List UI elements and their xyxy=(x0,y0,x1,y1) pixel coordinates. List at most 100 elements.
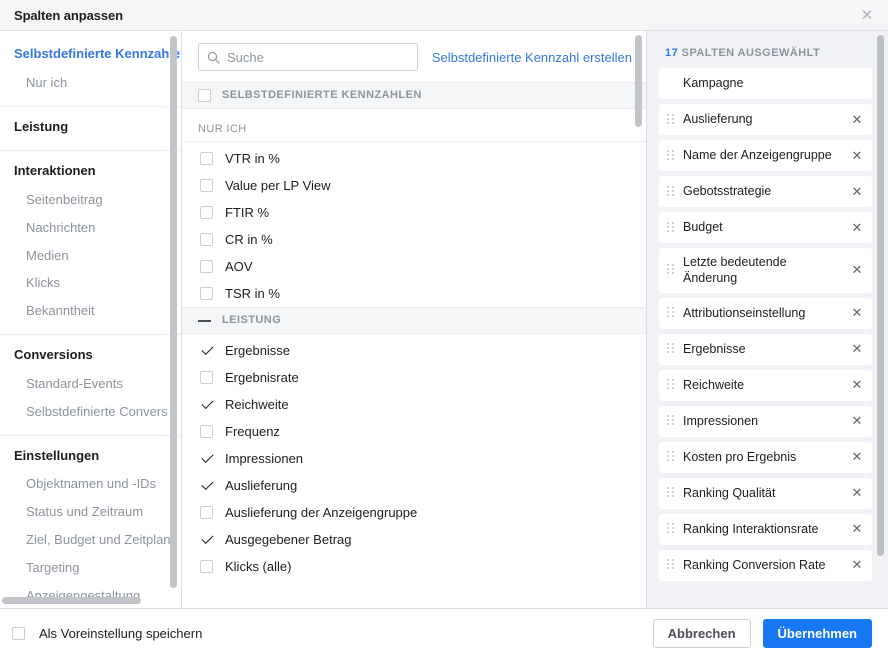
metric-checkbox[interactable] xyxy=(200,179,213,192)
metric-checkbox[interactable] xyxy=(200,287,213,300)
metric-option-row[interactable]: Ergebnisrate xyxy=(182,364,646,391)
metric-option-row[interactable]: Impressionen xyxy=(182,445,646,472)
sidebar-item[interactable]: Selbstdefinierte Convers xyxy=(0,399,181,427)
metrics-vertical-scrollbar[interactable] xyxy=(635,35,642,127)
remove-column-icon[interactable]: ✕ xyxy=(850,522,864,536)
metrics-section-header[interactable]: SELBSTDEFINIERTE KENNZAHLEN xyxy=(182,82,646,109)
metric-option-row[interactable]: FTIR % xyxy=(182,199,646,226)
search-input[interactable] xyxy=(227,49,409,65)
save-as-preference-checkbox[interactable] xyxy=(12,626,25,640)
metric-checkbox-checked[interactable] xyxy=(200,452,213,465)
sidebar-group-header[interactable]: Interaktionen xyxy=(0,160,181,187)
drag-handle-icon[interactable] xyxy=(667,343,675,355)
metric-option-row[interactable]: Auslieferung xyxy=(182,472,646,499)
selected-columns-vertical-scrollbar[interactable] xyxy=(877,35,884,556)
metric-checkbox[interactable] xyxy=(200,206,213,219)
sidebar-group-header[interactable]: Selbstdefinierte Kennzahlen xyxy=(0,43,181,70)
drag-handle-icon[interactable] xyxy=(667,113,675,126)
remove-column-icon[interactable]: ✕ xyxy=(850,342,864,356)
sidebar-item[interactable]: Klicks xyxy=(0,270,181,298)
sidebar-item[interactable]: Nachrichten xyxy=(0,215,181,243)
remove-column-icon[interactable]: ✕ xyxy=(850,486,864,500)
selected-column-chip[interactable]: Ranking Interaktionsrate ✕ xyxy=(659,513,872,545)
selected-column-chip[interactable]: Budget ✕ xyxy=(659,212,872,243)
metric-option-row[interactable]: Reichweite xyxy=(182,391,646,418)
selected-column-chip[interactable]: Reichweite ✕ xyxy=(659,369,872,401)
drag-handle-icon[interactable] xyxy=(667,149,675,162)
metric-option-row[interactable]: CR in % xyxy=(182,226,646,253)
sidebar-group-header[interactable]: Conversions xyxy=(0,344,181,371)
remove-column-icon[interactable]: ✕ xyxy=(850,220,864,235)
sidebar-item[interactable]: Targeting xyxy=(0,555,181,583)
metric-option-row[interactable]: Auslieferung der Anzeigengruppe xyxy=(182,499,646,526)
metric-option-row[interactable]: AOV xyxy=(182,253,646,280)
remove-column-icon[interactable]: ✕ xyxy=(850,378,864,392)
metric-checkbox-checked[interactable] xyxy=(200,398,213,411)
sidebar-horizontal-scrollbar[interactable] xyxy=(2,597,141,604)
sidebar-item[interactable]: Status und Zeitraum xyxy=(0,499,181,527)
metric-option-row[interactable]: VTR in % xyxy=(182,145,646,172)
drag-handle-icon[interactable] xyxy=(667,221,675,234)
sidebar-item[interactable]: Standard-Events xyxy=(0,371,181,399)
sidebar-item[interactable]: Nur ich xyxy=(0,70,181,98)
remove-column-icon[interactable]: ✕ xyxy=(850,414,864,428)
remove-column-icon[interactable]: ✕ xyxy=(850,148,864,163)
metric-checkbox[interactable] xyxy=(200,371,213,384)
metric-option-row[interactable]: Klicks (alle) xyxy=(182,553,646,580)
drag-handle-icon[interactable] xyxy=(667,307,675,319)
sidebar-group-header[interactable]: Leistung xyxy=(0,116,181,143)
remove-column-icon[interactable]: ✕ xyxy=(850,184,864,199)
selected-column-chip[interactable]: Auslieferung ✕ xyxy=(659,104,872,135)
sidebar-item[interactable]: Bekanntheit xyxy=(0,298,181,326)
drag-handle-icon[interactable] xyxy=(667,487,675,499)
search-box[interactable] xyxy=(198,43,418,71)
metric-option-row[interactable]: Ergebnisse xyxy=(182,337,646,364)
collapse-minus-icon[interactable] xyxy=(198,314,211,327)
metric-option-row[interactable]: Ausgegebener Betrag xyxy=(182,526,646,553)
selected-column-chip[interactable]: Attributionseinstellung ✕ xyxy=(659,297,872,329)
drag-handle-icon[interactable] xyxy=(667,523,675,535)
remove-column-icon[interactable]: ✕ xyxy=(850,306,864,320)
sidebar-item[interactable]: Ziel, Budget und Zeitplan xyxy=(0,527,181,555)
metric-option-row[interactable]: Frequenz xyxy=(182,418,646,445)
selected-column-chip[interactable]: Gebotsstrategie ✕ xyxy=(659,176,872,207)
selected-column-chip[interactable]: Name der Anzeigengruppe ✕ xyxy=(659,140,872,171)
selected-column-chip[interactable]: Ranking Qualität ✕ xyxy=(659,477,872,509)
remove-column-icon[interactable]: ✕ xyxy=(850,112,864,127)
sidebar-item[interactable]: Seitenbeitrag xyxy=(0,187,181,215)
metric-checkbox[interactable] xyxy=(200,233,213,246)
metric-checkbox[interactable] xyxy=(200,560,213,573)
selected-column-chip[interactable]: Letzte bedeutende Änderung ✕ xyxy=(659,248,872,293)
remove-column-icon[interactable]: ✕ xyxy=(850,558,864,572)
selected-column-chip[interactable]: Impressionen ✕ xyxy=(659,405,872,437)
metric-checkbox-checked[interactable] xyxy=(200,344,213,357)
metric-checkbox[interactable] xyxy=(200,260,213,273)
metric-checkbox[interactable] xyxy=(200,425,213,438)
drag-handle-icon[interactable] xyxy=(667,451,675,463)
metric-checkbox[interactable] xyxy=(200,506,213,519)
selected-column-chip[interactable]: Ergebnisse ✕ xyxy=(659,333,872,365)
remove-column-icon[interactable]: ✕ xyxy=(850,450,864,464)
metric-checkbox[interactable] xyxy=(200,152,213,165)
drag-handle-icon[interactable] xyxy=(667,415,675,427)
selected-column-chip[interactable]: Ranking Conversion Rate ✕ xyxy=(659,549,872,581)
metric-checkbox-checked[interactable] xyxy=(200,479,213,492)
save-as-preference-row[interactable]: Als Voreinstellung speichern xyxy=(12,626,202,641)
drag-handle-icon[interactable] xyxy=(667,379,675,391)
sidebar-item[interactable]: Objektnamen und -IDs xyxy=(0,471,181,499)
sidebar-vertical-scrollbar[interactable] xyxy=(170,36,177,588)
cancel-button[interactable]: Abbrechen xyxy=(652,618,751,648)
selected-column-chip[interactable]: Kosten pro Ergebnis ✕ xyxy=(659,441,872,473)
metric-option-row[interactable]: TSR in % xyxy=(182,280,646,307)
metric-option-row[interactable]: Value per LP View xyxy=(182,172,646,199)
selected-column-chip[interactable]: Kampagne xyxy=(659,68,872,99)
section-checkbox[interactable] xyxy=(198,88,211,102)
sidebar-group-header[interactable]: Einstellungen xyxy=(0,445,181,472)
close-icon[interactable]: ✕ xyxy=(856,4,878,26)
drag-handle-icon[interactable] xyxy=(667,264,675,276)
remove-column-icon[interactable]: ✕ xyxy=(850,263,864,277)
drag-handle-icon[interactable] xyxy=(667,185,675,198)
drag-handle-icon[interactable] xyxy=(667,559,675,571)
metrics-section-header[interactable]: LEISTUNG xyxy=(182,307,646,334)
sidebar-item[interactable]: Medien xyxy=(0,243,181,271)
